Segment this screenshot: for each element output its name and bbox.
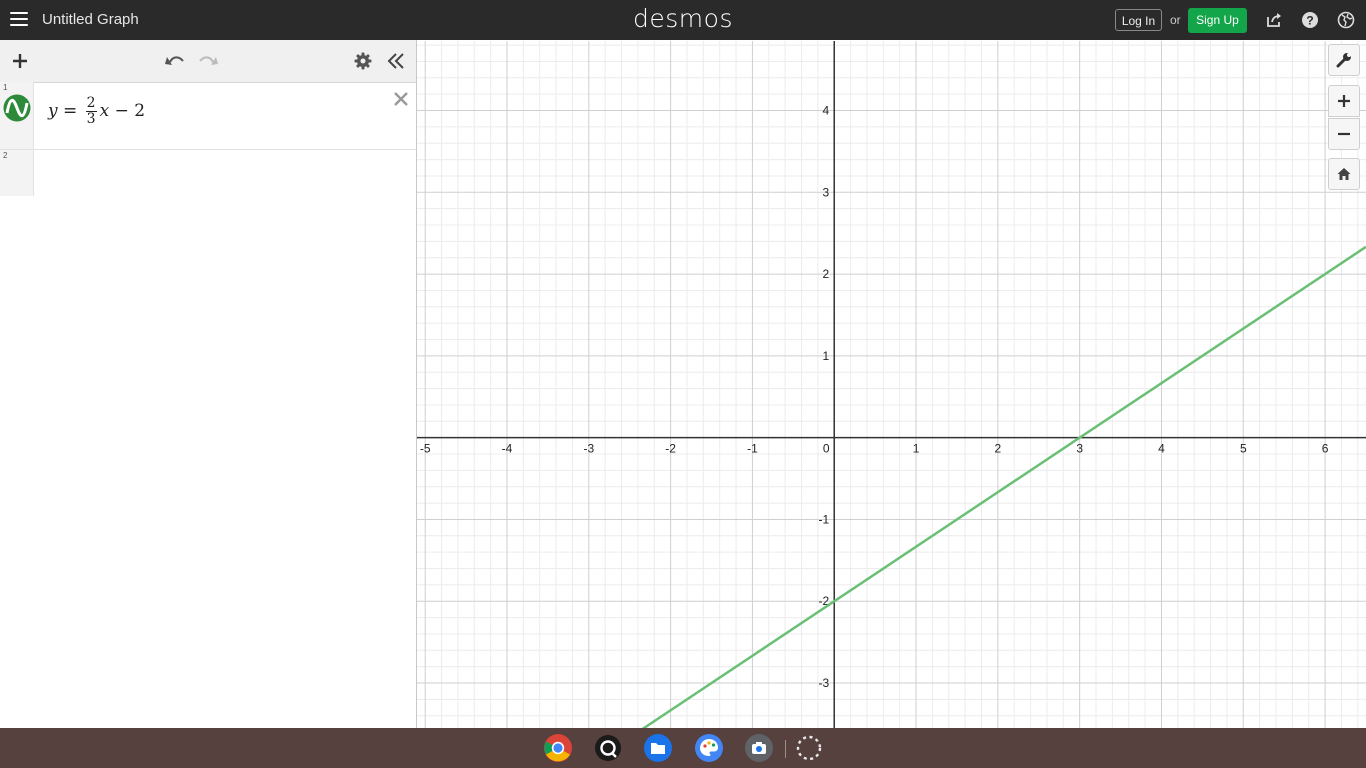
chrome-icon[interactable] <box>544 734 572 762</box>
x-tick-label: 4 <box>1158 442 1165 456</box>
zoom-out-icon <box>1338 132 1350 136</box>
shelf-divider <box>785 740 786 758</box>
math-numerator: 2 <box>85 95 97 112</box>
x-tick-label: 3 <box>1076 442 1083 456</box>
expression-number: 2 <box>3 151 8 160</box>
expression-item-empty[interactable]: 2 <box>0 150 416 196</box>
x-tick-label: -1 <box>747 442 758 456</box>
redo-icon[interactable] <box>198 52 218 70</box>
x-tick-label: 6 <box>1322 442 1329 456</box>
y-tick-label: 1 <box>823 349 830 363</box>
y-tick-label: 4 <box>823 104 830 118</box>
x-tick-label: 1 <box>913 442 920 456</box>
screenshot-icon[interactable] <box>745 734 773 762</box>
home-button[interactable] <box>1328 158 1360 190</box>
y-tick-label: -1 <box>819 512 830 526</box>
math-operator: − <box>114 101 129 121</box>
expression-gutter: 2 <box>0 150 34 196</box>
expression-gutter: 1 <box>0 82 34 149</box>
add-icon[interactable] <box>11 52 29 70</box>
graph-title[interactable]: Untitled Graph <box>42 11 139 28</box>
graph-toggle-icon[interactable] <box>3 94 31 122</box>
signup-button[interactable]: Sign Up <box>1188 8 1247 33</box>
launcher-icon[interactable] <box>795 734 823 762</box>
x-tick-label: -2 <box>665 442 676 456</box>
gear-icon[interactable] <box>354 52 372 70</box>
x-tick-label: 2 <box>995 442 1002 456</box>
x-tick-label: 0 <box>823 442 830 456</box>
graph-paper[interactable]: -5 -4 -3 -2 -1 0 1 2 3 4 5 6 4 3 2 1 -1 -2 -3 <box>417 41 1366 728</box>
top-bar: Untitled Graph desmos Log In or Sign Up … <box>0 0 1366 40</box>
zoom-in-button[interactable] <box>1328 85 1360 117</box>
camera-app-icon[interactable] <box>594 734 622 762</box>
math-variable: x <box>99 101 110 121</box>
undo-icon[interactable] <box>165 52 185 70</box>
math-lhs: y <box>48 101 58 121</box>
math-fraction: 2 3 <box>85 95 97 127</box>
math-denominator: 3 <box>86 111 96 127</box>
expression-math[interactable]: y = 2 3 x − 2 <box>48 96 145 127</box>
graph-line <box>641 245 1366 728</box>
files-icon[interactable] <box>644 734 672 762</box>
x-tick-label: 5 <box>1240 442 1247 456</box>
share-icon[interactable] <box>1265 11 1283 29</box>
palette-icon[interactable] <box>695 734 723 762</box>
home-icon <box>1337 168 1351 180</box>
menu-icon[interactable] <box>10 11 28 27</box>
collapse-icon[interactable] <box>387 52 405 70</box>
expression-toolbar <box>0 40 416 83</box>
graph-settings-button[interactable] <box>1328 44 1360 76</box>
math-equals: = <box>63 101 78 121</box>
expression-item[interactable]: 1 y = 2 3 x − 2 <box>0 82 416 150</box>
delete-expression-icon[interactable] <box>392 90 410 108</box>
x-tick-label: -3 <box>583 442 594 456</box>
help-icon[interactable]: ? <box>1301 11 1319 29</box>
zoom-in-icon <box>1338 95 1350 107</box>
globe-icon[interactable] <box>1337 11 1355 29</box>
zoom-out-button[interactable] <box>1328 118 1360 150</box>
y-tick-label: 3 <box>823 185 830 199</box>
math-constant: 2 <box>134 101 146 121</box>
svg-text:?: ? <box>1306 14 1313 28</box>
or-label: or <box>1170 13 1181 27</box>
x-tick-label: -5 <box>420 442 431 456</box>
y-tick-label: 2 <box>823 267 830 281</box>
os-shelf <box>0 728 1366 768</box>
y-tick-label: -3 <box>819 676 830 690</box>
graph-canvas[interactable]: -5 -4 -3 -2 -1 0 1 2 3 4 5 64321-1-2-3 <box>417 41 1366 728</box>
wrench-icon <box>1336 53 1351 68</box>
expression-list: 1 y = 2 3 x − 2 2 <box>0 40 417 728</box>
expression-number: 1 <box>3 83 8 92</box>
x-tick-label: -4 <box>502 442 513 456</box>
login-button[interactable]: Log In <box>1115 9 1162 31</box>
